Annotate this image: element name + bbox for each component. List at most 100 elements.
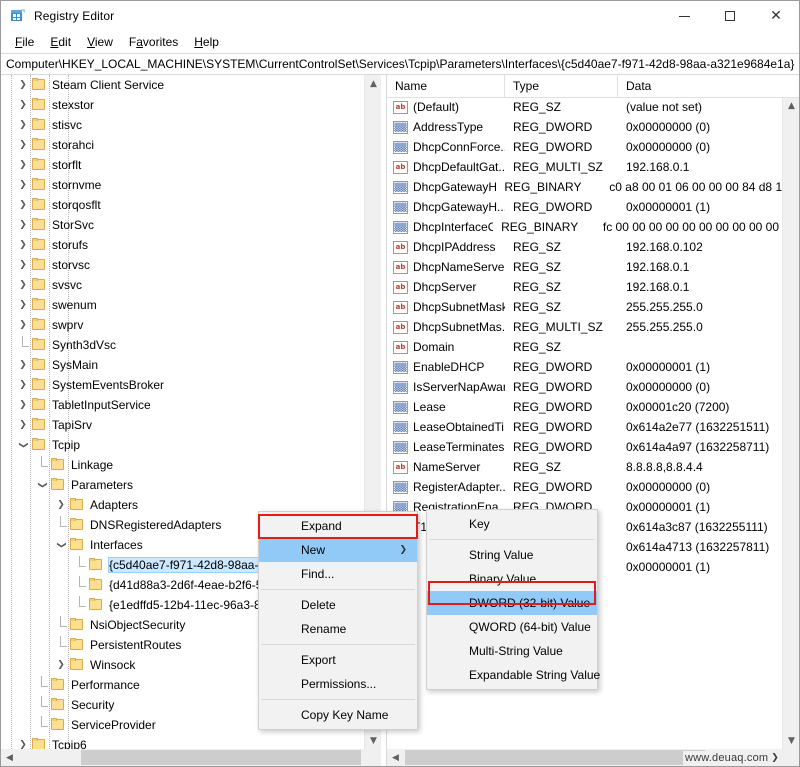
value-list-row[interactable]: ab (Default) REG_SZ (value not set): [387, 97, 799, 117]
context-menu-item-permissions[interactable]: Permissions...: [259, 672, 417, 696]
chevron-right-icon[interactable]: ❯: [15, 277, 31, 293]
tree-item-storufs[interactable]: ❯ storufs: [1, 235, 364, 255]
chevron-right-icon[interactable]: ❯: [15, 417, 31, 433]
submenu-item-key[interactable]: Key: [427, 512, 597, 536]
value-list-row[interactable]: ▒▒ DhcpGatewayH... REG_BINARY c0 a8 00 01 0…: [387, 177, 799, 197]
value-list-row[interactable]: ab DhcpSubnetMask REG_SZ 255.255.255.0: [387, 297, 799, 317]
list-scroll-left-button[interactable]: ◀: [387, 749, 404, 766]
chevron-right-icon[interactable]: ❯: [15, 237, 31, 253]
tree-item-storvsc[interactable]: ❯ storvsc: [1, 255, 364, 275]
chevron-down-icon[interactable]: ❯: [53, 537, 69, 553]
chevron-right-icon[interactable]: ❯: [15, 117, 31, 133]
tree-horizontal-scroll-thumb[interactable]: [81, 750, 361, 765]
tree-item-synth3dvsc[interactable]: Synth3dVsc: [1, 335, 364, 355]
chevron-right-icon[interactable]: ❯: [15, 737, 31, 749]
chevron-right-icon[interactable]: ❯: [15, 217, 31, 233]
value-list-row[interactable]: ▒▒ LeaseTerminates... REG_DWORD 0x614a4a97 …: [387, 437, 799, 457]
context-menu-item-find[interactable]: Find...: [259, 562, 417, 586]
value-list-row[interactable]: ab DhcpNameServer REG_SZ 192.168.0.1: [387, 257, 799, 277]
column-header-data[interactable]: Data: [618, 75, 799, 97]
value-list-row[interactable]: ab DhcpIPAddress REG_SZ 192.168.0.102: [387, 237, 799, 257]
list-scroll-down-button[interactable]: ▼: [783, 732, 799, 749]
tree-item-swprv[interactable]: ❯ swprv: [1, 315, 364, 335]
value-list-row[interactable]: ▒▒ DhcpInterfaceO... REG_BINARY fc 00 00 00…: [387, 217, 799, 237]
menu-view[interactable]: View: [79, 33, 121, 51]
key-context-menu[interactable]: Expand New ❯ Find... Delete Rename Export Permi…: [258, 511, 418, 730]
tree-item-tcpip[interactable]: ❯ Tcpip: [1, 435, 364, 455]
menu-edit[interactable]: Edit: [42, 33, 79, 51]
maximize-button[interactable]: [707, 1, 753, 31]
chevron-right-icon[interactable]: ❯: [15, 397, 31, 413]
value-list-row[interactable]: ▒▒ IsServerNapAware REG_DWORD 0x00000000 (0…: [387, 377, 799, 397]
tree-item-stexstor[interactable]: ❯ stexstor: [1, 95, 364, 115]
tree-item-tcpip6[interactable]: ❯ Tcpip6: [1, 735, 364, 749]
chevron-right-icon[interactable]: ❯: [15, 257, 31, 273]
tree-horizontal-scrollbar[interactable]: ◀ ▶: [1, 749, 364, 766]
menu-file[interactable]: File: [7, 33, 42, 51]
chevron-right-icon[interactable]: ❯: [15, 377, 31, 393]
value-list-row[interactable]: ▒▒ RegisterAdapter... REG_DWORD 0x00000000 …: [387, 477, 799, 497]
context-menu-item-export[interactable]: Export: [259, 648, 417, 672]
tree-scroll-down-button[interactable]: ▼: [365, 732, 381, 749]
tree-item-tapisrv[interactable]: ❯ TapiSrv: [1, 415, 364, 435]
context-menu-item-rename[interactable]: Rename: [259, 617, 417, 641]
tree-scroll-up-button[interactable]: ▲: [365, 75, 381, 92]
chevron-right-icon[interactable]: ❯: [53, 657, 69, 673]
submenu-item-multi-string-value[interactable]: Multi-String Value: [427, 639, 597, 663]
chevron-right-icon[interactable]: ❯: [15, 197, 31, 213]
tree-item-swenum[interactable]: ❯ swenum: [1, 295, 364, 315]
value-list-row[interactable]: ab DhcpDefaultGat... REG_MULTI_SZ 192.168.0…: [387, 157, 799, 177]
value-list-row[interactable]: ab DhcpServer REG_SZ 192.168.0.1: [387, 277, 799, 297]
minimize-button[interactable]: [661, 1, 707, 31]
tree-item-sysmain[interactable]: ❯ SysMain: [1, 355, 364, 375]
column-header-type[interactable]: Type: [505, 75, 618, 97]
submenu-item-string-value[interactable]: String Value: [427, 543, 597, 567]
chevron-right-icon[interactable]: ❯: [15, 177, 31, 193]
submenu-item-expandable-string-value[interactable]: Expandable String Value: [427, 663, 600, 687]
tree-item-linkage[interactable]: Linkage: [1, 455, 364, 475]
tree-scroll-left-button[interactable]: ◀: [1, 749, 18, 766]
value-list-row[interactable]: ▒▒ DhcpGatewayH... REG_DWORD 0x00000001 (1): [387, 197, 799, 217]
context-menu-item-copy-key-name[interactable]: Copy Key Name: [259, 703, 417, 727]
chevron-right-icon[interactable]: ❯: [15, 357, 31, 373]
column-header-name[interactable]: Name: [387, 75, 505, 97]
menu-favorites[interactable]: Favorites: [121, 33, 186, 51]
tree-item-stisvc[interactable]: ❯ stisvc: [1, 115, 364, 135]
close-button[interactable]: ✕: [753, 1, 799, 31]
value-list-row[interactable]: ab Domain REG_SZ: [387, 337, 799, 357]
tree-item-storahci[interactable]: ❯ storahci: [1, 135, 364, 155]
chevron-right-icon[interactable]: ❯: [15, 97, 31, 113]
submenu-item-binary-value[interactable]: Binary Value: [427, 567, 597, 591]
tree-item-stornvme[interactable]: ❯ stornvme: [1, 175, 364, 195]
context-menu-item-expand[interactable]: Expand: [259, 514, 417, 538]
value-list-row[interactable]: ▒▒ LeaseObtainedTi... REG_DWORD 0x614a2e77 …: [387, 417, 799, 437]
chevron-right-icon[interactable]: ❯: [15, 157, 31, 173]
tree-item-svsvc[interactable]: ❯ svsvc: [1, 275, 364, 295]
value-list-row[interactable]: ab DhcpSubnetMas... REG_MULTI_SZ 255.255.25…: [387, 317, 799, 337]
chevron-right-icon[interactable]: ❯: [15, 77, 31, 93]
value-list-row[interactable]: ▒▒ Lease REG_DWORD 0x00001c20 (7200): [387, 397, 799, 417]
list-vertical-scrollbar[interactable]: ▲ ▼: [782, 97, 799, 749]
chevron-right-icon[interactable]: ❯: [53, 497, 69, 513]
new-submenu[interactable]: Key String Value Binary Value DWORD (32-bit…: [426, 509, 600, 690]
chevron-right-icon[interactable]: ❯: [15, 137, 31, 153]
address-bar[interactable]: Computer\HKEY_LOCAL_MACHINE\SYSTEM\Curre…: [1, 53, 799, 75]
tree-item-tabletinputservice[interactable]: ❯ TabletInputService: [1, 395, 364, 415]
chevron-down-icon[interactable]: ❯: [15, 437, 31, 453]
value-list-row[interactable]: ▒▒ AddressType REG_DWORD 0x00000000 (0): [387, 117, 799, 137]
list-horizontal-scroll-thumb[interactable]: [405, 750, 705, 765]
value-list-row[interactable]: ▒▒ EnableDHCP REG_DWORD 0x00000001 (1): [387, 357, 799, 377]
value-list-row[interactable]: ab NameServer REG_SZ 8.8.8.8,8.8.4.4: [387, 457, 799, 477]
tree-item-storsvc[interactable]: ❯ StorSvc: [1, 215, 364, 235]
tree-item-storflt[interactable]: ❯ storflt: [1, 155, 364, 175]
chevron-right-icon[interactable]: ❯: [15, 297, 31, 313]
tree-item-parameters[interactable]: ❯ Parameters: [1, 475, 364, 495]
value-list-row[interactable]: ▒▒ DhcpConnForce... REG_DWORD 0x00000000 (0…: [387, 137, 799, 157]
menu-help[interactable]: Help: [186, 33, 227, 51]
chevron-down-icon[interactable]: ❯: [34, 477, 50, 493]
chevron-right-icon[interactable]: ❯: [15, 317, 31, 333]
submenu-item-dword-32-bit-value[interactable]: DWORD (32-bit) Value: [427, 591, 597, 615]
context-menu-item-delete[interactable]: Delete: [259, 593, 417, 617]
tree-item-steam-client-service[interactable]: ❯ Steam Client Service: [1, 75, 364, 95]
submenu-item-qword-64-bit-value[interactable]: QWORD (64-bit) Value: [427, 615, 597, 639]
